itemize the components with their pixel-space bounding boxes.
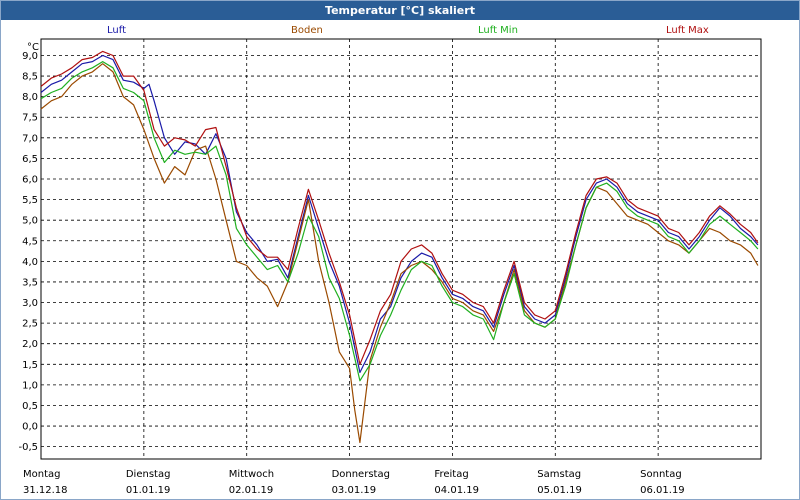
x-tick-day: Freitag <box>434 469 468 480</box>
y-tick-label: 2,5 <box>22 319 38 330</box>
x-tick-day: Sonntag <box>640 469 682 480</box>
y-tick-label: 7,0 <box>22 133 38 144</box>
y-tick-label: 5,5 <box>22 195 38 206</box>
y-tick-label: 6,5 <box>22 154 38 165</box>
y-tick-label: 0,0 <box>22 422 38 433</box>
x-tick-date: 03.01.19 <box>332 485 377 496</box>
x-tick-day: Donnerstag <box>332 469 390 480</box>
x-tick-day: Samstag <box>537 469 581 480</box>
x-tick-date: 04.01.19 <box>434 485 479 496</box>
y-tick-label: 3,0 <box>22 298 38 309</box>
x-tick-date: 02.01.19 <box>229 485 274 496</box>
y-tick-label: 4,0 <box>22 257 38 268</box>
y-tick-label: 8,5 <box>22 72 38 83</box>
x-tick-day: Mittwoch <box>229 469 274 480</box>
y-axis-unit: °C <box>27 42 39 53</box>
x-tick-date: 06.01.19 <box>640 485 685 496</box>
x-tick-day: Montag <box>23 469 60 480</box>
y-tick-label: 0,5 <box>22 401 38 412</box>
y-tick-label: 5,0 <box>22 216 38 227</box>
x-tick-date: 31.12.18 <box>23 485 68 496</box>
temperature-chart: 9,08,58,07,57,06,56,05,55,04,54,03,53,02… <box>18 38 762 496</box>
plot-area <box>40 38 762 460</box>
y-tick-label: 3,5 <box>22 277 38 288</box>
y-tick-label: 7,5 <box>22 113 38 124</box>
y-tick-label: -0,5 <box>18 442 38 453</box>
x-tick-date: 05.01.19 <box>537 485 582 496</box>
y-tick-label: 4,5 <box>22 236 38 247</box>
y-tick-label: 1,5 <box>22 360 38 371</box>
y-tick-label: 2,0 <box>22 339 38 350</box>
y-tick-label: 8,0 <box>22 92 38 103</box>
chart-window: Temperatur [°C] skaliert Luft Boden Luft… <box>0 0 800 500</box>
y-tick-label: 6,0 <box>22 175 38 186</box>
y-tick-label: 1,0 <box>22 380 38 391</box>
x-tick-date: 01.01.19 <box>126 485 171 496</box>
x-tick-day: Dienstag <box>126 469 171 480</box>
